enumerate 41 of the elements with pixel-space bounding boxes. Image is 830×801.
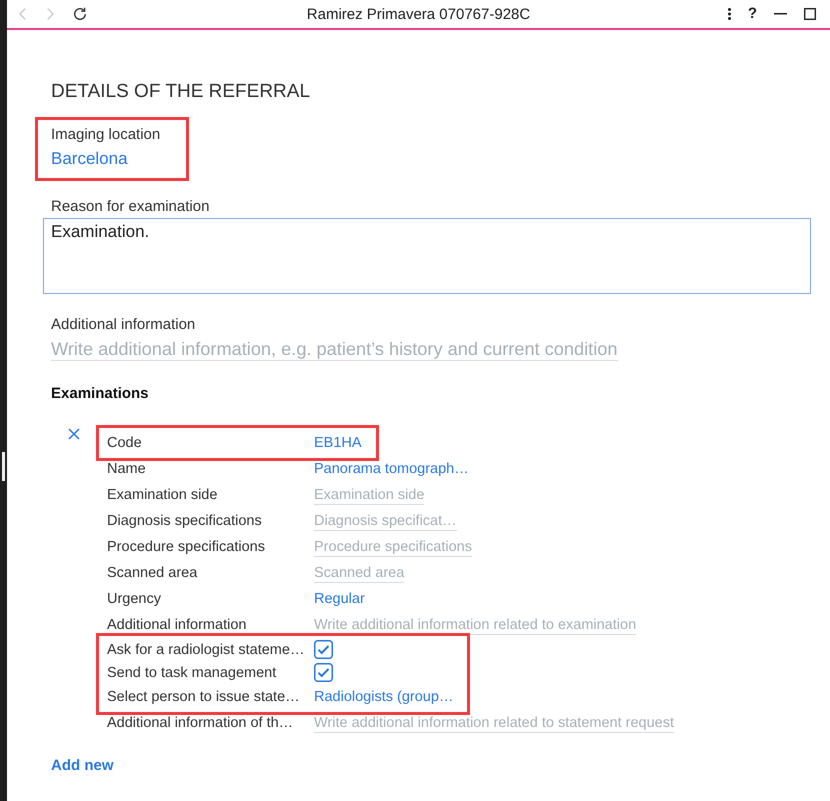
field-label: Additional information bbox=[51, 316, 196, 334]
location-link[interactable]: Barcelona bbox=[51, 148, 128, 170]
value-link[interactable]: Panorama tomograph… bbox=[314, 461, 469, 477]
input-field[interactable]: Write additional information related to examination bbox=[314, 616, 636, 634]
text-area[interactable]: Examination. bbox=[43, 218, 811, 294]
input-field[interactable]: Diagnosis specificat… bbox=[314, 512, 457, 530]
field-label: Diagnosis specifications bbox=[107, 513, 263, 529]
field-label: Additional information of th… bbox=[107, 715, 294, 731]
field-label: Name bbox=[107, 461, 147, 477]
checkbox[interactable] bbox=[314, 640, 333, 659]
value-link[interactable]: Radiologists (group… bbox=[314, 689, 454, 705]
close-icon[interactable] bbox=[68, 428, 80, 440]
value-link[interactable]: Regular bbox=[314, 591, 365, 607]
field-label: Reason for examination bbox=[51, 198, 210, 216]
add-new-link[interactable]: Add new bbox=[51, 756, 114, 776]
input-field[interactable]: Examination side bbox=[314, 486, 424, 504]
maximize-icon[interactable] bbox=[804, 8, 816, 20]
field-label: Additional information bbox=[107, 617, 248, 633]
field-label: Ask for a radiologist stateme… bbox=[107, 642, 306, 658]
field-label: Select person to issue state… bbox=[107, 689, 301, 705]
window-title: Ramirez Primavera 070767-928C bbox=[306, 6, 530, 22]
page-heading: DETAILS OF THE REFERRAL bbox=[51, 80, 310, 104]
input-field[interactable]: Procedure specifications bbox=[314, 538, 472, 556]
input-field[interactable]: Scanned area bbox=[314, 564, 404, 582]
minimize-icon[interactable] bbox=[774, 13, 787, 15]
value-link[interactable]: EB1HA bbox=[314, 435, 362, 451]
checkbox[interactable] bbox=[314, 663, 333, 682]
refresh-icon[interactable] bbox=[73, 7, 87, 21]
field-label: Examination side bbox=[107, 487, 218, 503]
more-icon[interactable] bbox=[728, 8, 731, 20]
field-label: Imaging location bbox=[51, 126, 160, 144]
field-label: Procedure specifications bbox=[107, 539, 266, 555]
field-label: Urgency bbox=[107, 591, 162, 607]
input-field[interactable]: Write additional information, e.g. patient’s history and current condition bbox=[51, 338, 618, 361]
field-label: Send to task management bbox=[107, 664, 278, 680]
input-field[interactable]: Write additional information related to statement request bbox=[314, 714, 674, 732]
grip-icon[interactable] bbox=[2, 452, 5, 481]
field-label: Code bbox=[107, 435, 143, 451]
field-label: Scanned area bbox=[107, 565, 198, 581]
section-title: Examinations bbox=[51, 384, 149, 404]
help-button[interactable]: ? bbox=[748, 6, 757, 22]
